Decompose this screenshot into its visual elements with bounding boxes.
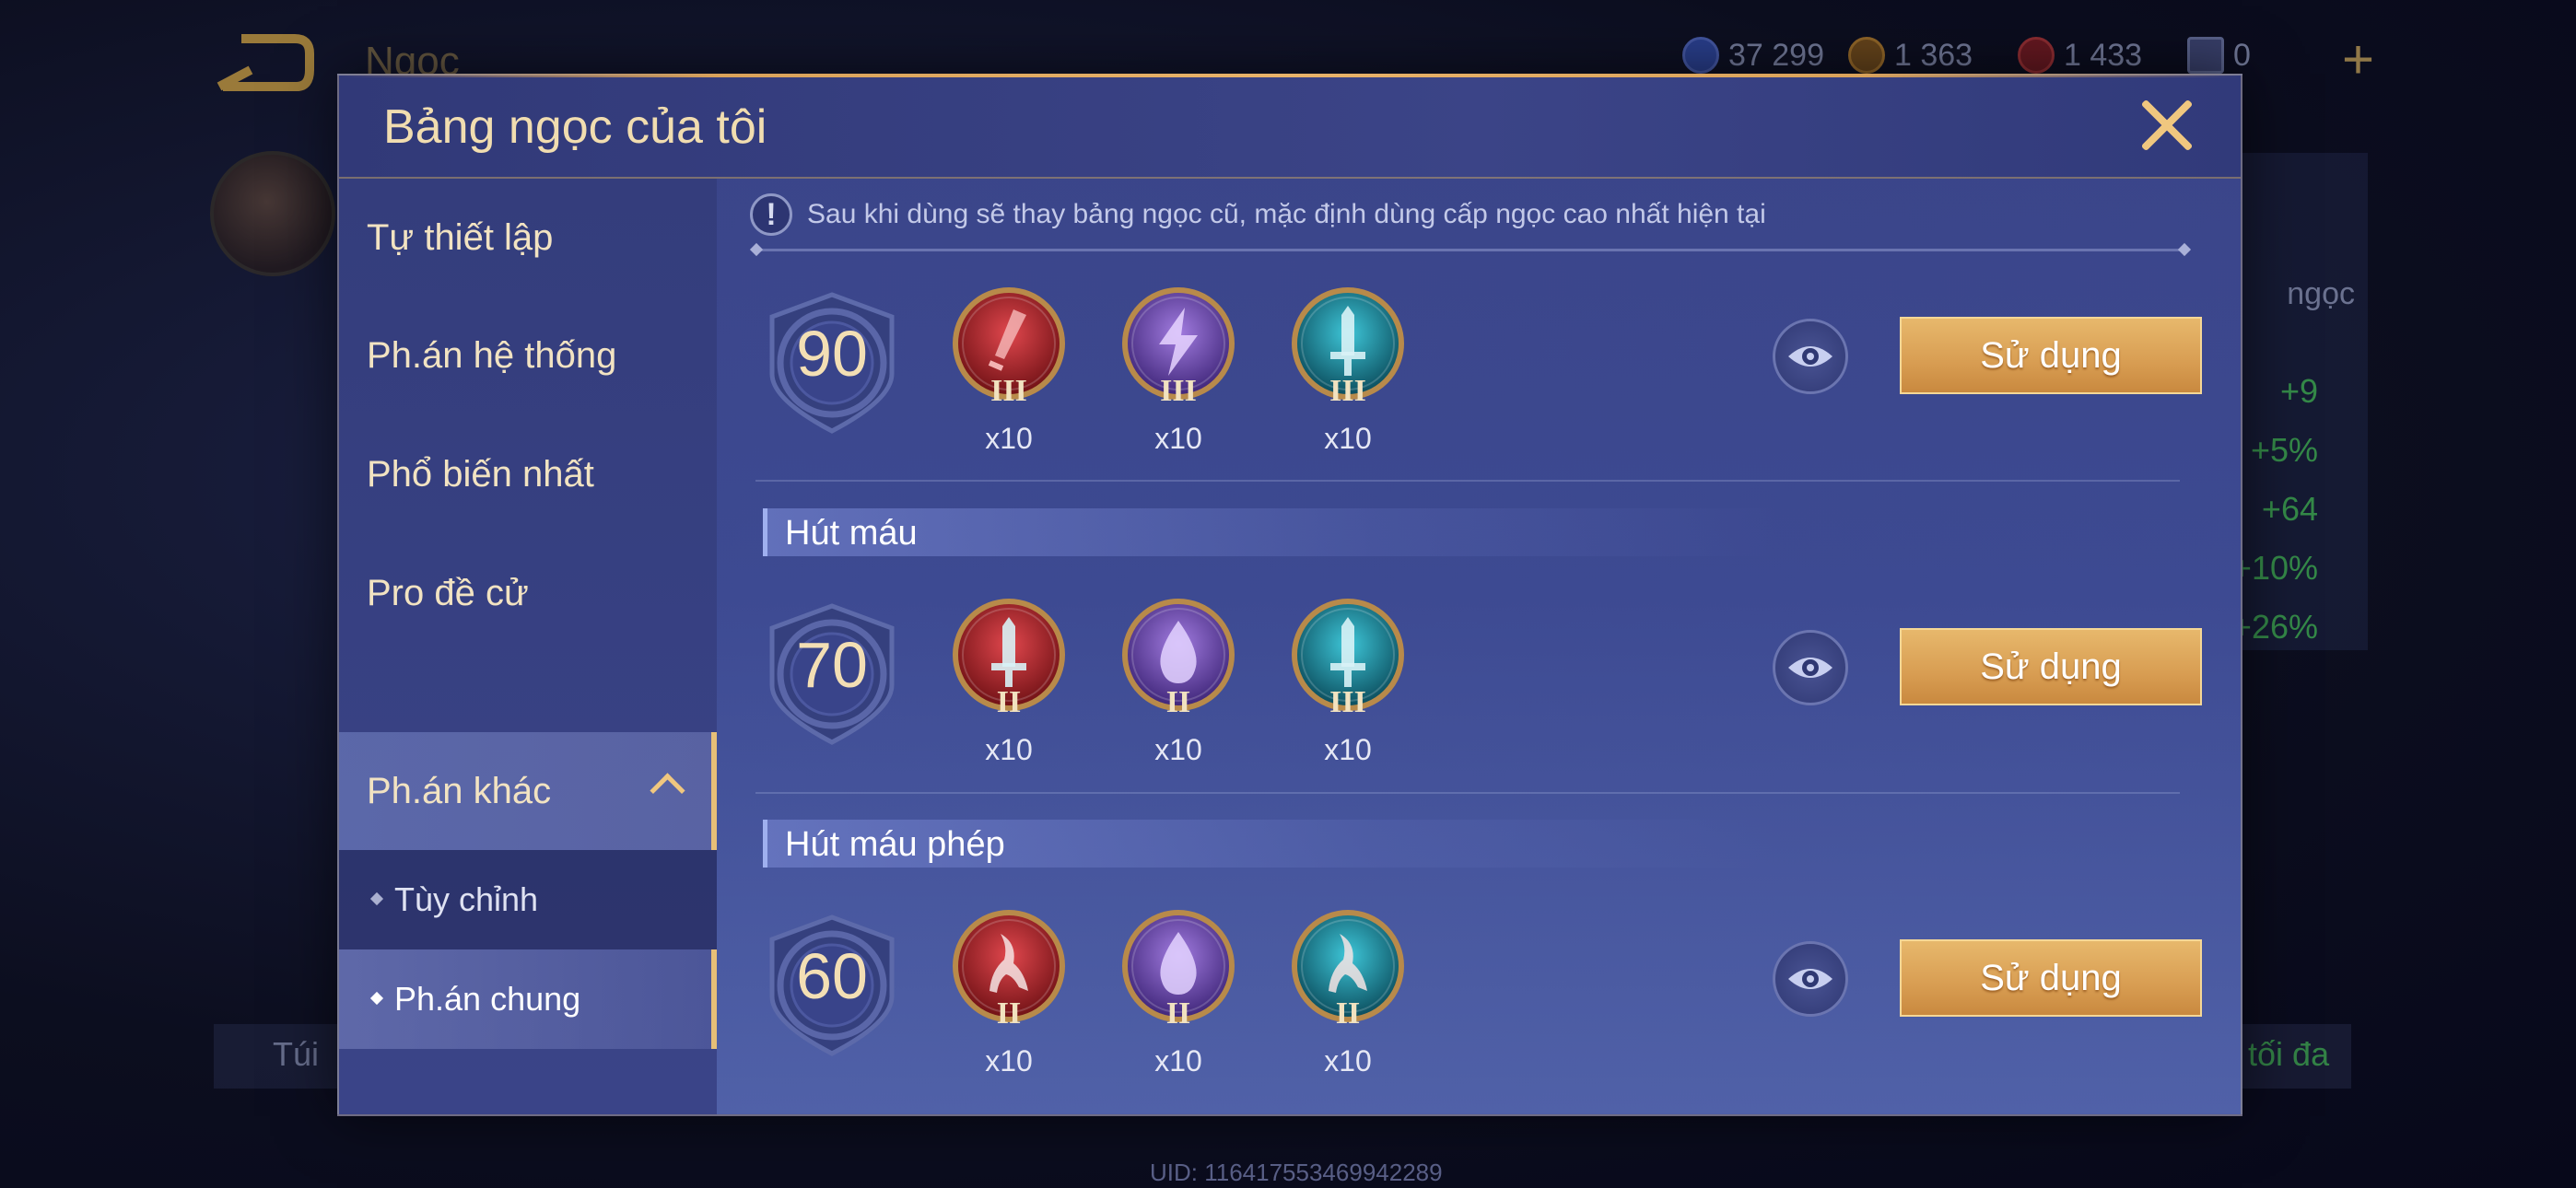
rune-tier-label: II <box>1165 685 1191 719</box>
resource-gold-gems: 1 363 <box>1848 33 1973 77</box>
add-icon[interactable]: + <box>2342 28 2374 91</box>
dialog-title: Bảng ngọc của tôi <box>383 100 767 154</box>
sidebar-item-system-plan[interactable]: Ph.án hệ thống <box>339 297 717 414</box>
rune-gem-teal[interactable]: II x10 <box>1288 906 1408 1077</box>
rune-tier-label: III <box>1160 374 1197 408</box>
section-header-lifesteal: Hút máu <box>763 508 1776 556</box>
resource-blue-gems: 37 299 <box>1682 33 1824 77</box>
dialog-header: Bảng ngọc của tôi <box>339 76 2241 179</box>
gem-red-icon <box>2018 37 2055 74</box>
ticket-icon <box>2187 37 2224 74</box>
rune-level-badge: 90 <box>763 289 901 437</box>
rune-level-badge: 70 <box>763 600 901 748</box>
rune-count-label: x10 <box>1154 733 1202 766</box>
rune-level-value: 60 <box>796 940 868 1012</box>
gem-blue-icon <box>1682 37 1719 74</box>
rune-gem-red[interactable]: II x10 <box>949 906 1069 1077</box>
rune-set-row: 90 III x10 III x10 III x10 Sử dụng <box>743 276 2207 455</box>
stat-value: +64 <box>2261 490 2318 528</box>
rune-tier-label: III <box>990 374 1027 408</box>
resource-value: 0 <box>2233 37 2251 73</box>
section-title: Hút máu phép <box>785 825 1005 864</box>
preview-button[interactable] <box>1773 630 1848 705</box>
sidebar-subitem-label: Ph.án chung <box>394 980 581 1018</box>
rune-count-label: x10 <box>1154 1044 1202 1077</box>
rune-tier-label: II <box>1335 996 1361 1031</box>
hero-avatar <box>210 151 335 276</box>
rune-tier-label: II <box>996 996 1022 1031</box>
chevron-up-icon <box>650 773 685 809</box>
stat-value: +10% <box>2231 549 2318 587</box>
diamond-bullet-icon <box>369 991 384 1006</box>
preview-button[interactable] <box>1773 941 1848 1017</box>
sidebar-item-most-popular[interactable]: Phổ biến nhất <box>339 415 717 533</box>
sidebar-item-label: Ph.án hệ thống <box>367 334 617 376</box>
rune-count-label: x10 <box>985 733 1033 766</box>
warning-icon: ! <box>750 193 792 236</box>
resource-tickets: 0 <box>2187 33 2251 77</box>
rune-set-row: 70 II x10 II x10 III x10 Sử dụng <box>743 588 2207 766</box>
rune-gem-red[interactable]: II x10 <box>949 595 1069 766</box>
sidebar: Tự thiết lập Ph.án hệ thống Phổ biến nhấ… <box>339 179 717 1114</box>
sidebar-subitem-general-plan[interactable]: Ph.án chung <box>339 949 717 1049</box>
dialog-top-accent <box>339 74 2241 77</box>
preview-button[interactable] <box>1773 319 1848 394</box>
eye-icon <box>1788 346 1832 367</box>
rune-count-label: x10 <box>985 422 1033 455</box>
back-arrow-icon[interactable] <box>214 33 315 98</box>
sidebar-item-label: Ph.án khác <box>367 770 552 811</box>
rune-level-badge: 60 <box>763 912 901 1059</box>
notice-divider <box>755 249 2185 251</box>
use-button[interactable]: Sử dụng <box>1900 939 2202 1017</box>
rune-tier-label: II <box>1165 996 1191 1031</box>
rune-count-label: x10 <box>1324 422 1372 455</box>
row-divider <box>755 480 2180 482</box>
use-button[interactable]: Sử dụng <box>1900 317 2202 394</box>
rune-gem-purple[interactable]: III x10 <box>1118 284 1238 455</box>
resource-red-gems: 1 433 <box>2018 33 2142 77</box>
rune-gem-purple[interactable]: II x10 <box>1118 595 1238 766</box>
uid-label: UID: 116417553469942289 <box>1150 1159 1443 1186</box>
notice-text: Sau khi dùng sẽ thay bảng ngọc cũ, mặc đ… <box>807 199 1766 229</box>
rune-gem-red[interactable]: III x10 <box>949 284 1069 455</box>
bag-label: Túi <box>273 1035 320 1073</box>
rune-count-label: x10 <box>1324 733 1372 766</box>
eye-icon <box>1788 658 1832 678</box>
rune-gem-purple[interactable]: II x10 <box>1118 906 1238 1077</box>
sidebar-item-label: Pro đề cử <box>367 572 529 613</box>
gem-gold-icon <box>1848 37 1885 74</box>
rune-level-value: 70 <box>796 629 868 701</box>
rune-tier-label: III <box>1329 685 1366 719</box>
rune-tier-label: II <box>996 685 1022 719</box>
resource-value: 1 363 <box>1894 37 1973 73</box>
stat-value: +5% <box>2250 431 2318 469</box>
resource-value: 1 433 <box>2064 37 2143 73</box>
rune-count-label: x10 <box>1154 422 1202 455</box>
rune-gem-teal[interactable]: III x10 <box>1288 284 1408 455</box>
row-divider <box>755 792 2180 794</box>
section-header-magic-lifesteal: Hút máu phép <box>763 820 1776 868</box>
sidebar-item-custom-setup[interactable]: Tự thiết lập <box>339 179 717 297</box>
sidebar-item-label: Phổ biến nhất <box>367 453 594 495</box>
sidebar-subitem-custom[interactable]: Tùy chỉnh <box>339 850 717 949</box>
close-icon[interactable] <box>2137 96 2196 155</box>
rune-count-label: x10 <box>1324 1044 1372 1077</box>
eye-icon <box>1788 969 1832 989</box>
stat-value: +26% <box>2231 608 2318 646</box>
sidebar-subitem-label: Tùy chỉnh <box>394 880 539 918</box>
sidebar-item-label: Tự thiết lập <box>367 216 554 258</box>
sidebar-item-pro-recommended[interactable]: Pro đề cử <box>339 534 717 652</box>
diamond-bullet-icon <box>369 891 384 906</box>
resource-value: 37 299 <box>1728 37 1824 73</box>
rune-set-row: 60 II x10 II x10 II x10 Sử dụng <box>743 899 2207 1077</box>
background-side-label: ngọc <box>2287 276 2355 311</box>
rune-level-value: 90 <box>796 318 868 390</box>
rune-tier-label: III <box>1329 374 1366 408</box>
use-button[interactable]: Sử dụng <box>1900 628 2202 705</box>
section-title: Hút máu <box>785 514 918 553</box>
rune-gem-teal[interactable]: III x10 <box>1288 595 1408 766</box>
sidebar-item-other-plans[interactable]: Ph.án khác <box>339 732 717 850</box>
stat-value: +9 <box>2279 372 2318 410</box>
rune-count-label: x10 <box>985 1044 1033 1077</box>
